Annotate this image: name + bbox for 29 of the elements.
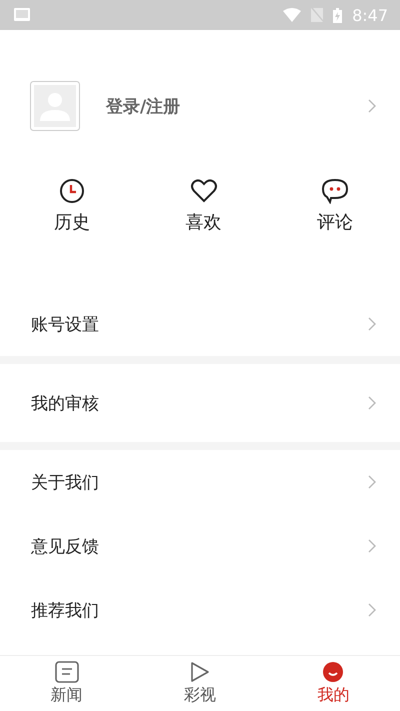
- chevron-icon: [368, 603, 376, 617]
- speech-bubble-icon: [321, 178, 349, 204]
- wifi-icon: [283, 8, 302, 22]
- battery-icon: [333, 8, 342, 22]
- menu-item[interactable]: 账号设置: [0, 292, 400, 356]
- shortcut-button[interactable]: 评论: [310, 178, 360, 234]
- menu-item[interactable]: 意见反馈: [0, 514, 400, 578]
- chevron-icon: [368, 539, 376, 553]
- menu-item[interactable]: 推荐我们: [0, 578, 400, 642]
- chevron-icon: [368, 317, 376, 331]
- screen-icon: [14, 8, 30, 22]
- shortcut-button[interactable]: 喜欢: [178, 178, 228, 234]
- clock-icon: [59, 178, 85, 204]
- chevron-icon: [368, 475, 376, 489]
- tab[interactable]: 我的: [266, 656, 400, 711]
- menu-item[interactable]: 关于我们: [0, 450, 400, 514]
- no-signal-icon: [311, 8, 324, 22]
- chevron-icon: [368, 99, 376, 113]
- tab[interactable]: 彩视: [133, 656, 267, 711]
- shortcut-button[interactable]: 历史: [47, 178, 97, 234]
- chevron-icon: [368, 396, 376, 410]
- play-icon: [190, 661, 210, 683]
- avatar-icon: [30, 81, 80, 131]
- document-icon: [54, 661, 79, 683]
- tab[interactable]: 新闻: [0, 656, 134, 711]
- smiley-icon: [322, 661, 344, 683]
- heart-icon: [190, 178, 218, 204]
- menu-item[interactable]: 我的审核: [0, 364, 400, 442]
- login-row[interactable]: 登录/注册: [0, 80, 400, 132]
